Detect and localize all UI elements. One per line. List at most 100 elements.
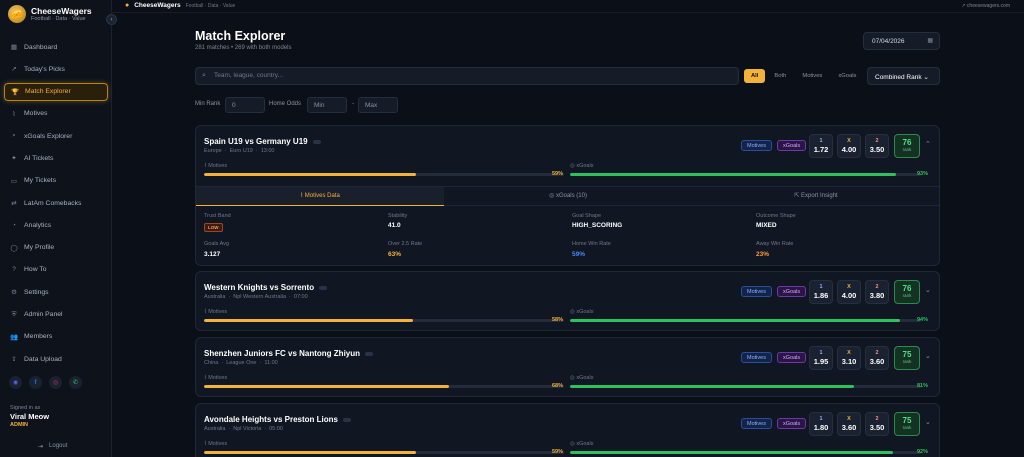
odds-away[interactable]: 2 3.50	[865, 134, 889, 158]
sidebar-item-label: Settings	[24, 288, 49, 296]
sidebar-item-how-to[interactable]: ? How To	[4, 261, 108, 279]
xgoals-bar	[570, 319, 921, 322]
odds-away[interactable]: 2 3.50	[865, 412, 889, 436]
filter-all[interactable]: All	[744, 69, 766, 83]
sidebar-item-ai-tickets[interactable]: ✦ AI Tickets	[4, 149, 108, 167]
collapse-sidebar-button[interactable]: ‹	[106, 14, 117, 25]
copy-icon[interactable]	[319, 285, 328, 290]
sidebar-item-members[interactable]: 👥 Members	[4, 328, 108, 346]
instagram-icon[interactable]: ◎	[49, 376, 62, 389]
odds-away[interactable]: 2 3.80	[865, 280, 889, 304]
rank-badge: 75 rank	[894, 412, 920, 436]
sidebar-item-dashboard[interactable]: ▦ Dashboard	[4, 38, 108, 56]
copy-icon[interactable]	[342, 417, 351, 422]
odds-key: 1	[819, 350, 823, 356]
match-card[interactable]: Western Knights vs Sorrento Australia · Npl…	[195, 271, 940, 331]
tab-motives-data[interactable]: ⌇ Motives Data	[196, 187, 444, 206]
nav-icon: ▦	[10, 44, 18, 51]
sidebar-item-analytics[interactable]: ◔ Analytics	[4, 216, 108, 234]
search-input[interactable]: ⌕ Team, league, country...	[195, 67, 739, 85]
tab-xgoals-10-[interactable]: ◎ xGoals (10)	[444, 187, 692, 206]
odds-key: 2	[875, 138, 879, 144]
sort-select-value: Combined Rank	[875, 74, 922, 81]
sidebar-item-data-upload[interactable]: ⇪ Data Upload	[4, 350, 108, 368]
xgoals-bar-fill	[570, 319, 900, 322]
chevron-up-icon[interactable]: ⌃	[925, 140, 931, 148]
over-25-rate-value: 63%	[388, 251, 402, 258]
chevron-left-icon: ‹	[110, 16, 113, 23]
copy-icon[interactable]	[312, 139, 321, 144]
tab-export-insight[interactable]: ⇱ Export Insight	[692, 187, 939, 206]
motives-bar	[204, 173, 564, 176]
sidebar-item-settings[interactable]: ⚙ Settings	[4, 283, 108, 301]
model-filter-group: All Both Motives xGoals	[744, 68, 863, 84]
motives-bar-fill	[204, 451, 417, 454]
xgoals-bar-fill	[570, 173, 897, 176]
sidebar-item-motives[interactable]: ⌇ Motives	[4, 105, 108, 123]
filter-both[interactable]: Both	[767, 69, 793, 83]
brand[interactable]: 🧀 CheeseWagers Football · Data · Value	[8, 5, 92, 23]
motives-tag: Motives	[741, 352, 772, 363]
sidebar-item-my-profile[interactable]: ◯ My Profile	[4, 239, 108, 257]
odds-draw[interactable]: X 3.60	[837, 412, 861, 436]
match-title-text: Western Knights vs Sorrento	[204, 283, 315, 292]
copy-icon[interactable]	[365, 351, 374, 356]
motives-bar-fill	[204, 173, 417, 176]
match-title-text: Spain U19 vs Germany U19	[204, 137, 308, 146]
sidebar-item-my-tickets[interactable]: ▭ My Tickets	[4, 172, 108, 190]
logout-button[interactable]: ⇥ Logout	[38, 443, 67, 450]
odds-draw[interactable]: X 3.10	[837, 346, 861, 370]
odds-home[interactable]: 1 1.95	[809, 346, 833, 370]
user-name: Viral Meow	[10, 412, 50, 421]
xgoals-tag: xGoals	[777, 140, 807, 151]
whatsapp-icon[interactable]: ✆	[69, 376, 82, 389]
xgoals-bar-fill	[570, 451, 893, 454]
match-meta: Europe · Euro U19 · 13:00	[204, 148, 275, 154]
odds-draw[interactable]: X 4.00	[837, 134, 861, 158]
min-rank-input[interactable]: 0	[225, 97, 265, 113]
match-title: Avondale Heights vs Preston Lions	[204, 415, 351, 424]
sidebar-item-xgoals-explorer[interactable]: ⌕ xGoals Explorer	[4, 127, 108, 145]
rank-label: rank	[902, 293, 912, 298]
sidebar-item-match-explorer[interactable]: 🏆 Match Explorer	[4, 82, 108, 101]
odds-away[interactable]: 2 3.60	[865, 346, 889, 370]
rank-label: rank	[902, 147, 912, 152]
chevron-down-icon[interactable]: ⌄	[925, 418, 931, 426]
nav-icon: ⌕	[12, 132, 16, 140]
sidebar-nav: ▦ Dashboard ↗ Today's Picks 🏆 Match Explorer ⌇…	[4, 38, 108, 372]
date-picker[interactable]: 07/04/2026 ▦	[863, 32, 940, 50]
sort-select[interactable]: Combined Rank ⌄	[867, 67, 940, 85]
motives-bar	[204, 385, 564, 388]
match-card[interactable]: Shenzhen Juniors FC vs Nantong Zhiyun Chi…	[195, 337, 940, 397]
xgoals-bar-label-text: xGoals	[576, 375, 594, 381]
tab-label: Motives Data	[304, 193, 340, 199]
facebook-icon[interactable]: f	[29, 376, 42, 389]
match-league: League One	[226, 360, 257, 366]
odds-home[interactable]: 1 1.80	[809, 412, 833, 436]
home-odds-min-input[interactable]: Min	[307, 97, 347, 113]
odds-draw[interactable]: X 4.00	[837, 280, 861, 304]
sidebar-item-label: Today's Picks	[24, 65, 65, 73]
filter-motives[interactable]: Motives	[795, 69, 829, 83]
match-card[interactable]: Avondale Heights vs Preston Lions Austral…	[195, 403, 940, 457]
home-odds-max-input[interactable]: Max	[358, 97, 398, 113]
discord-icon[interactable]: ◉	[9, 376, 22, 389]
match-meta: China · League One · 11:00	[204, 360, 278, 366]
sidebar-item-latam-comebacks[interactable]: ⇄ LatAm Comebacks	[4, 194, 108, 212]
chevron-down-icon[interactable]: ⌄	[925, 286, 931, 294]
site-link[interactable]: ↗ cheesewagers.com	[961, 3, 1010, 9]
odds-home[interactable]: 1 1.72	[809, 134, 833, 158]
sidebar-item-today-s-picks[interactable]: ↗ Today's Picks	[4, 60, 108, 78]
sidebar-item-admin-panel[interactable]: ⛨ Admin Panel	[4, 306, 108, 324]
match-country: Australia	[204, 294, 226, 300]
rank-value: 76	[902, 138, 912, 147]
social-links: ◉ f ◎ ✆	[9, 376, 82, 389]
motives-bar-label-text: Motives	[208, 309, 228, 315]
match-card[interactable]: Spain U19 vs Germany U19 Europe · Euro U19 ·…	[195, 125, 940, 266]
sidebar-item-label: LatAm Comebacks	[24, 199, 82, 207]
goals-avg-value: 3.127	[204, 251, 221, 258]
filter-xgoals[interactable]: xGoals	[831, 69, 863, 83]
odds-home[interactable]: 1 1.86	[809, 280, 833, 304]
chevron-down-icon[interactable]: ⌄	[925, 352, 931, 360]
xgoals-bar-label: ◎ xGoals	[570, 163, 593, 169]
